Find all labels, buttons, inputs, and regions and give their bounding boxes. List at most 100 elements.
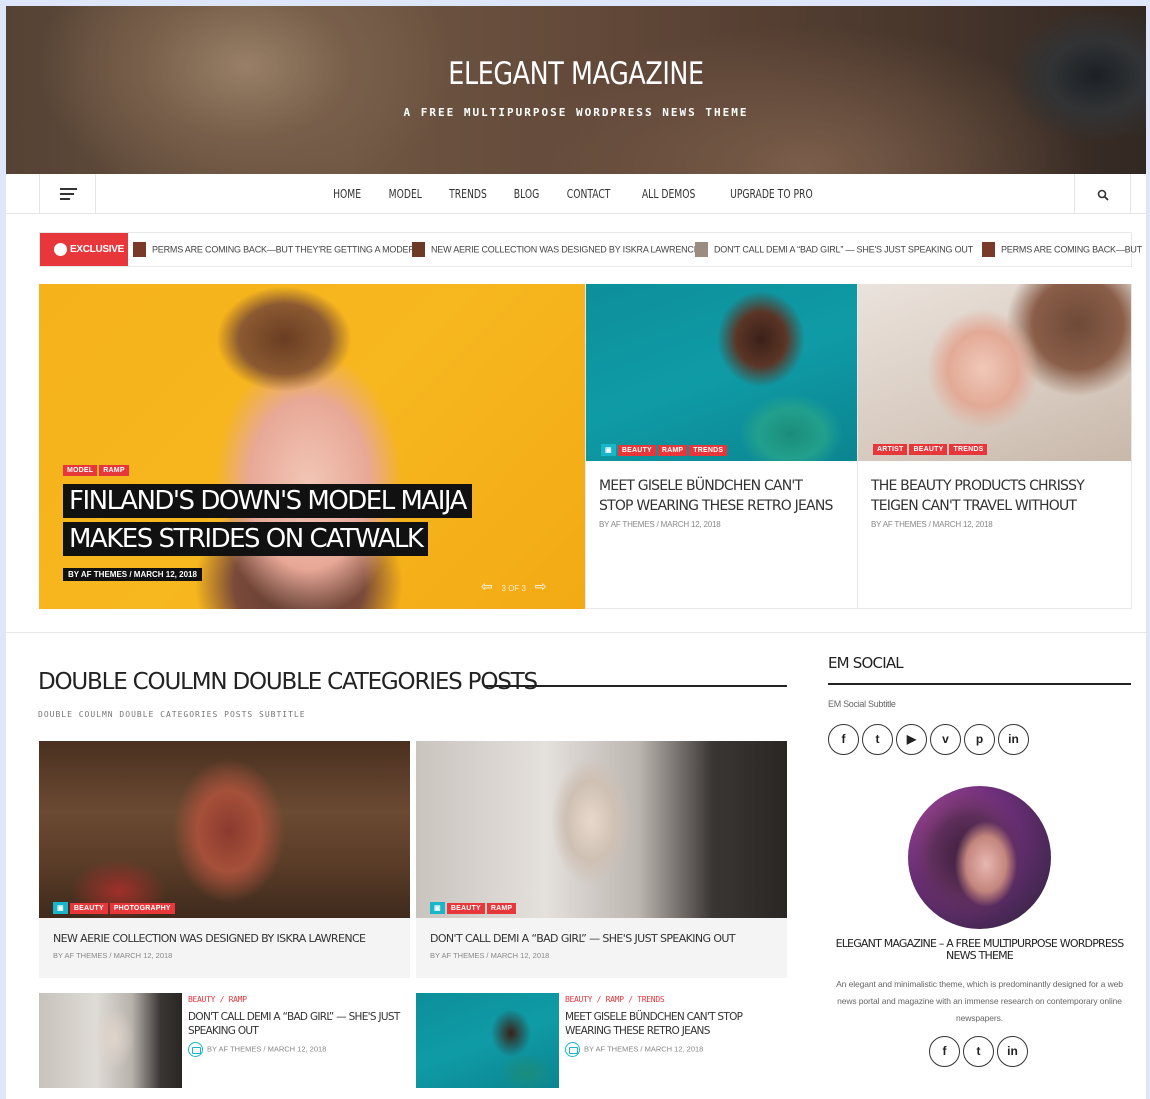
nav-item-blog[interactable]: BLOG <box>514 186 540 201</box>
category-tag[interactable]: BEAUTY <box>69 903 108 914</box>
page: ELEGANT MAGAZINE A FREE MULTIPURPOSE WOR… <box>6 6 1146 1099</box>
pinterest-icon[interactable]: p <box>964 724 995 755</box>
post-card-meta: BY AF THEMES / MARCH 12, 2018 <box>53 951 173 960</box>
category-tag[interactable]: RAMP <box>99 465 129 476</box>
author-social-links: f t in <box>929 1036 1031 1067</box>
list-post[interactable]: BEAUTY / RAMP DON'T CALL DEMI A “BAD GIR… <box>39 993 410 1088</box>
ticker-thumbnail <box>412 242 425 257</box>
nav-item-contact[interactable]: CONTACT <box>567 186 611 201</box>
exclusive-badge: EXCLUSIVE <box>40 233 128 266</box>
category-tags: ▣ BEAUTY PHOTOGRAPHY <box>53 902 177 914</box>
category-tags: ▣ BEAUTY RAMP <box>430 902 518 914</box>
slide-card-meta: BY AF THEMES / MARCH 12, 2018 <box>599 520 721 529</box>
site-title[interactable]: ELEGANT MAGAZINE <box>109 56 1044 92</box>
post-card[interactable]: ▣ BEAUTY RAMP DON'T CALL DEMI A “BAD GIRL”… <box>416 741 787 978</box>
featured-title[interactable]: FINLAND'S DOWN'S MODEL MAIJA MAKES STRID… <box>63 482 533 558</box>
category-tags: ARTIST BEAUTY TRENDS <box>873 444 989 455</box>
slider-pager: ⇦ 3 OF 3 ⇨ <box>481 578 547 594</box>
ticker-item[interactable]: DON'T CALL DEMI A “BAD GIRL” — SHE'S JUS… <box>695 242 973 258</box>
search-icon <box>1097 189 1109 201</box>
list-post-categories[interactable]: BEAUTY / RAMP <box>188 995 247 1004</box>
camera-icon <box>565 1042 580 1057</box>
slide-card[interactable]: ▣ BEAUTY RAMP TRENDS MEET GISELE BÜNDCHEN C… <box>585 284 858 609</box>
arrow-right-icon[interactable]: ⇨ <box>535 578 547 594</box>
list-post-thumbnail[interactable] <box>39 993 182 1088</box>
ticker-thumbnail <box>133 242 146 257</box>
list-post-title[interactable]: DON'T CALL DEMI A “BAD GIRL” — SHE'S JUS… <box>188 1010 403 1038</box>
linkedin-icon[interactable]: in <box>997 1036 1028 1067</box>
nav-item-all-demos[interactable]: ALL DEMOS <box>641 186 695 201</box>
category-tag[interactable]: RAMP <box>486 903 517 914</box>
section-title: DOUBLE COULMN DOUBLE CATEGORIES POSTS <box>38 669 538 695</box>
social-links: f t ▶ v p in <box>828 724 1032 755</box>
camera-icon: ▣ <box>601 444 616 456</box>
category-tag[interactable]: PHOTOGRAPHY <box>109 903 175 914</box>
section-title-rule <box>484 685 787 687</box>
slide-card-title[interactable]: THE BEAUTY PRODUCTS CHRISSY TEIGEN CAN'T… <box>871 476 1111 516</box>
ticker-item[interactable]: PERMS ARE COMING BACK—BUT THEY'RE GETTIN… <box>133 242 421 258</box>
ticker-thumbnail <box>695 242 708 257</box>
slide-card-meta: BY AF THEMES / MARCH 12, 2018 <box>871 520 993 529</box>
post-card-meta: BY AF THEMES / MARCH 12, 2018 <box>430 951 550 960</box>
section-divider <box>6 632 1146 633</box>
category-tag[interactable]: ARTIST <box>873 444 908 455</box>
nav-item-model[interactable]: MODEL <box>388 186 421 201</box>
list-post-meta: BY AF THEMES / MARCH 12, 2018 <box>565 1042 703 1057</box>
facebook-icon[interactable]: f <box>828 724 859 755</box>
sidebar-subtitle: EM Social Subtitle <box>828 699 896 709</box>
list-post[interactable]: BEAUTY / RAMP / TRENDS MEET GISELE BÜNDC… <box>416 993 787 1088</box>
arrow-left-icon[interactable]: ⇦ <box>481 578 493 594</box>
main-navigation: HOME MODEL TRENDS BLOG CONTACT ALL DEMOS… <box>6 174 1146 214</box>
news-ticker: EXCLUSIVE PERMS ARE COMING BACK—BUT THEY… <box>39 232 1142 267</box>
ticker-item[interactable]: PERMS ARE COMING BACK—BUT <box>982 242 1142 258</box>
category-tag[interactable]: TRENDS <box>949 444 988 455</box>
category-tag[interactable]: TRENDS <box>689 445 728 456</box>
category-tags: ▣ BEAUTY RAMP TRENDS <box>601 444 729 456</box>
category-tag[interactable]: BEAUTY <box>617 445 656 456</box>
author-avatar <box>908 786 1051 929</box>
post-card-image[interactable]: ▣ BEAUTY RAMP <box>416 741 787 918</box>
list-post-categories[interactable]: BEAUTY / RAMP / TRENDS <box>565 995 665 1004</box>
post-card-title[interactable]: NEW AERIE COLLECTION WAS DESIGNED BY ISK… <box>53 932 393 945</box>
linkedin-icon[interactable]: in <box>998 724 1029 755</box>
slide-card-image[interactable]: ▣ BEAUTY RAMP TRENDS <box>586 284 857 461</box>
category-tag[interactable]: MODEL <box>63 465 98 476</box>
twitter-icon[interactable]: t <box>963 1036 994 1067</box>
search-button[interactable] <box>1074 174 1131 214</box>
twitter-icon[interactable]: t <box>862 724 893 755</box>
featured-slide[interactable]: MODEL RAMP FINLAND'S DOWN'S MODEL MAIJA M… <box>39 284 585 609</box>
facebook-icon[interactable]: f <box>929 1036 960 1067</box>
nav-menu: HOME MODEL TRENDS BLOG CONTACT ALL DEMOS… <box>6 186 1146 201</box>
list-post-thumbnail[interactable] <box>416 993 559 1088</box>
camera-icon: ▣ <box>53 902 68 914</box>
list-post-meta: BY AF THEMES / MARCH 12, 2018 <box>188 1042 326 1057</box>
category-tags: MODEL RAMP <box>63 465 131 476</box>
camera-icon: ▣ <box>430 902 445 914</box>
post-card-image[interactable]: ▣ BEAUTY PHOTOGRAPHY <box>39 741 410 918</box>
ticker-thumbnail <box>982 242 995 257</box>
nav-item-trends[interactable]: TRENDS <box>449 186 487 201</box>
list-post-title[interactable]: MEET GISELE BÜNDCHEN CAN'T STOP WEARING … <box>565 1010 780 1038</box>
post-card-title[interactable]: DON'T CALL DEMI A “BAD GIRL” — SHE'S JUS… <box>430 932 770 945</box>
category-tag[interactable]: BEAUTY <box>909 444 948 455</box>
slide-card-title[interactable]: MEET GISELE BÜNDCHEN CAN'T STOP WEARING … <box>599 476 839 516</box>
section-subtitle: DOUBLE COULMN DOUBLE CATEGORIES POSTS SU… <box>38 710 306 719</box>
post-card[interactable]: ▣ BEAUTY PHOTOGRAPHY NEW AERIE COLLECTION … <box>39 741 410 978</box>
live-dot-icon <box>54 243 67 256</box>
vimeo-icon[interactable]: v <box>930 724 961 755</box>
header-banner: ELEGANT MAGAZINE A FREE MULTIPURPOSE WOR… <box>6 6 1146 174</box>
category-tag[interactable]: BEAUTY <box>446 903 485 914</box>
author-description: An elegant and minimalistic theme, which… <box>836 979 1123 1023</box>
category-tag[interactable]: RAMP <box>657 445 688 456</box>
sidebar-title-rule <box>828 683 1131 685</box>
site-tagline: A FREE MULTIPURPOSE WORDPRESS NEWS THEME <box>403 106 749 119</box>
nav-item-home[interactable]: HOME <box>334 186 362 201</box>
slide-card-image[interactable]: ARTIST BEAUTY TRENDS <box>858 284 1131 461</box>
author-name: ELEGANT MAGAZINE – A FREE MULTIPURPOSE W… <box>835 937 1125 962</box>
featured-meta: BY AF THEMES / MARCH 12, 2018 <box>63 568 202 581</box>
ticker-item[interactable]: NEW AERIE COLLECTION WAS DESIGNED BY ISK… <box>412 242 700 258</box>
slide-card[interactable]: ARTIST BEAUTY TRENDS THE BEAUTY PRODUCTS C… <box>857 284 1132 609</box>
nav-item-upgrade[interactable]: UPGRADE TO PRO <box>730 186 813 201</box>
youtube-icon[interactable]: ▶ <box>896 724 927 755</box>
sidebar-title: EM SOCIAL <box>828 654 904 672</box>
